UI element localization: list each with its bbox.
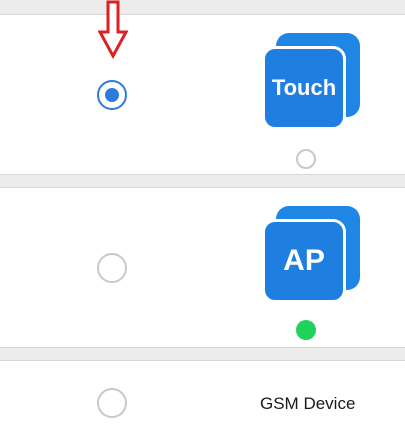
gsm-device-label: GSM Device <box>260 394 356 413</box>
radio-ap[interactable] <box>97 253 127 283</box>
down-arrow-icon <box>98 0 128 60</box>
radio-selected-dot <box>105 88 119 102</box>
ap-icon-label: AP <box>262 219 346 303</box>
radio-gsm[interactable] <box>97 388 127 418</box>
status-indicator-offline <box>296 149 316 169</box>
radio-touch[interactable] <box>97 80 127 110</box>
device-selection-screen: Touch AP GSM Device <box>0 0 405 434</box>
device-card-touch[interactable]: Touch <box>0 14 405 175</box>
touch-icon-label: Touch <box>262 46 346 130</box>
device-card-gsm[interactable]: GSM Device <box>0 360 405 434</box>
status-indicator-online <box>296 320 316 340</box>
device-card-ap[interactable]: AP <box>0 187 405 348</box>
ap-app-icon: AP <box>262 206 362 316</box>
touch-app-icon: Touch <box>262 33 362 143</box>
